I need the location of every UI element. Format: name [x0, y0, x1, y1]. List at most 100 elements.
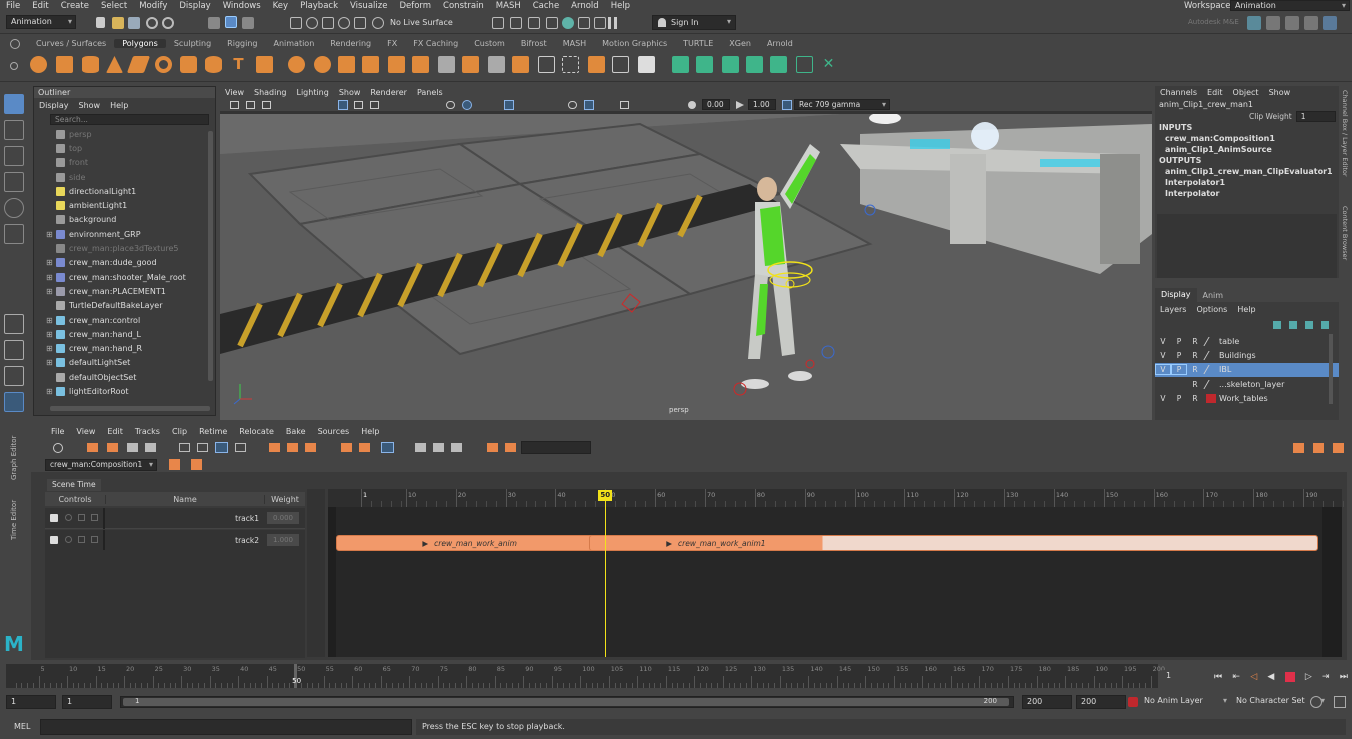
- outliner-item[interactable]: front: [34, 156, 215, 170]
- image-plane-icon[interactable]: [262, 101, 271, 109]
- viewport-scene[interactable]: persp: [220, 114, 1152, 420]
- layer-color-swatch[interactable]: [1203, 365, 1219, 375]
- make-live-icon[interactable]: [372, 17, 384, 29]
- gamma-field[interactable]: 1.00: [748, 99, 776, 110]
- viewport-menu-lighting[interactable]: Lighting: [291, 88, 333, 97]
- render-icon[interactable]: [510, 17, 522, 29]
- poly-type-icon[interactable]: T: [230, 56, 247, 73]
- anim-layer-icon[interactable]: [1128, 697, 1138, 707]
- shelf-tab-fx-caching[interactable]: FX Caching: [405, 39, 466, 48]
- track-solo-icon[interactable]: [78, 514, 85, 521]
- quad-draw-icon[interactable]: [512, 56, 529, 73]
- step-forward-frame-icon[interactable]: ▷: [1305, 672, 1312, 682]
- blend-icon[interactable]: [145, 443, 156, 452]
- smooth-icon[interactable]: [362, 56, 379, 73]
- track-mute-icon[interactable]: [65, 514, 72, 521]
- outliner-item[interactable]: defaultObjectSet: [34, 370, 215, 384]
- outliner-menu-display[interactable]: Display: [34, 101, 74, 110]
- colorspace-dropdown[interactable]: Rec 709 gamma: [794, 99, 890, 110]
- new-layer-selected-icon[interactable]: [1321, 321, 1329, 329]
- outliner-item[interactable]: ⊞ environment_GRP: [34, 227, 215, 241]
- lasso-tool-icon[interactable]: [4, 120, 24, 140]
- outliner-item[interactable]: ⊞ crew_man:PLACEMENT1: [34, 284, 215, 298]
- menu-help[interactable]: Help: [605, 1, 636, 11]
- layer-color-swatch[interactable]: [1206, 393, 1216, 403]
- persp-outliner-icon[interactable]: [4, 366, 24, 386]
- duplicate-composition-icon[interactable]: [191, 459, 202, 470]
- exposure-icon[interactable]: [688, 101, 696, 109]
- outliner-item[interactable]: side: [34, 170, 215, 184]
- output-item[interactable]: Interpolator1: [1155, 177, 1339, 188]
- target-weld-icon[interactable]: [488, 56, 505, 73]
- channel-object-menu[interactable]: Object: [1228, 88, 1264, 97]
- layer-color-swatch[interactable]: [1203, 336, 1219, 346]
- scale-clip-icon[interactable]: [341, 443, 352, 452]
- channel-edit-menu[interactable]: Edit: [1202, 88, 1228, 97]
- viewport-menu-view[interactable]: View: [220, 88, 249, 97]
- track-name[interactable]: track1: [107, 514, 259, 523]
- play-backwards-icon[interactable]: ◀: [1267, 672, 1274, 682]
- track-lock-icon[interactable]: [91, 514, 98, 521]
- hold-icon[interactable]: [381, 442, 394, 453]
- key-delete-icon[interactable]: [505, 443, 516, 452]
- shelf-gear-icon[interactable]: [10, 39, 20, 49]
- content-browser-side-tab[interactable]: Content Browser: [1341, 206, 1349, 266]
- animation-clip[interactable]: ▶ crew_man_work_anim: [336, 535, 604, 551]
- stop-icon[interactable]: [1284, 672, 1295, 682]
- menu-select[interactable]: Select: [95, 1, 133, 11]
- modeling-toolkit-icon[interactable]: [1247, 16, 1261, 30]
- color-management-icon[interactable]: [782, 100, 792, 110]
- combine-icon[interactable]: [288, 56, 305, 73]
- track-name[interactable]: track2: [107, 536, 259, 545]
- layer-color-swatch[interactable]: [1203, 350, 1219, 360]
- viewport-menu-panels[interactable]: Panels: [412, 88, 448, 97]
- menuset-dropdown[interactable]: Animation: [6, 15, 76, 29]
- outliner-item[interactable]: ⊞ crew_man:control: [34, 313, 215, 327]
- snap-surface-icon[interactable]: [354, 17, 366, 29]
- preferences-icon[interactable]: [1334, 696, 1346, 708]
- render-view-icon[interactable]: [578, 17, 590, 29]
- track-row[interactable]: track2 1.000: [45, 530, 305, 551]
- layer-toggle-v[interactable]: V: [1155, 364, 1171, 376]
- relocator-icon[interactable]: [415, 443, 426, 452]
- pause-icon[interactable]: [608, 17, 617, 29]
- step-forward-key-icon[interactable]: ⇥: [1322, 672, 1330, 682]
- layer-row[interactable]: V P R IBL: [1155, 362, 1339, 377]
- shelf-menu-icon[interactable]: [10, 62, 18, 70]
- time-editor-search[interactable]: [521, 441, 591, 454]
- menu-constrain[interactable]: Constrain: [437, 1, 490, 11]
- new-composition-icon[interactable]: [169, 459, 180, 470]
- te-menu-tracks[interactable]: Tracks: [129, 427, 166, 436]
- bridge-icon[interactable]: [412, 56, 429, 73]
- shelf-tab-polygons[interactable]: Polygons: [114, 39, 166, 48]
- outliner-menu-show[interactable]: Show: [74, 101, 106, 110]
- menu-modify[interactable]: Modify: [133, 1, 173, 11]
- redo-icon[interactable]: [162, 17, 174, 29]
- step-back-frame-icon[interactable]: ◁: [1250, 672, 1257, 682]
- menu-cache[interactable]: Cache: [527, 1, 565, 11]
- range-slider[interactable]: 1 200: [120, 696, 1014, 708]
- new-layer-icon[interactable]: [1305, 321, 1313, 329]
- boolean-icon[interactable]: [338, 56, 355, 73]
- menu-windows[interactable]: Windows: [217, 1, 267, 11]
- expand-icon[interactable]: ⊞: [46, 330, 56, 339]
- te-menu-view[interactable]: View: [70, 427, 101, 436]
- output-item[interactable]: anim_Clip1_crew_man_ClipEvaluator1: [1155, 166, 1339, 177]
- sign-in-button[interactable]: Sign In ▾: [652, 15, 736, 30]
- ripple-icon[interactable]: [235, 443, 246, 452]
- anim-layer-dropdown[interactable]: No Anim Layer: [1140, 695, 1230, 709]
- film-gate-icon[interactable]: [354, 101, 363, 109]
- bevel-icon[interactable]: [438, 56, 455, 73]
- expand-icon[interactable]: ⊞: [46, 316, 56, 325]
- outliner-item[interactable]: ⊞ crew_man:shooter_Male_root: [34, 270, 215, 284]
- layer-tab-anim[interactable]: Anim: [1197, 291, 1230, 300]
- track-row[interactable]: track1 0.000: [45, 508, 305, 529]
- outliner-search-input[interactable]: Search...: [50, 114, 209, 125]
- svg-icon[interactable]: [256, 56, 273, 73]
- te-menu-edit[interactable]: Edit: [101, 427, 129, 436]
- poly-plane-icon[interactable]: [126, 56, 151, 73]
- layer-toggle-r[interactable]: R: [1187, 365, 1203, 374]
- outliner-item[interactable]: top: [34, 141, 215, 155]
- te-menu-file[interactable]: File: [45, 427, 70, 436]
- animation-clip[interactable]: ▶ crew_man_work_anim1: [589, 535, 1318, 551]
